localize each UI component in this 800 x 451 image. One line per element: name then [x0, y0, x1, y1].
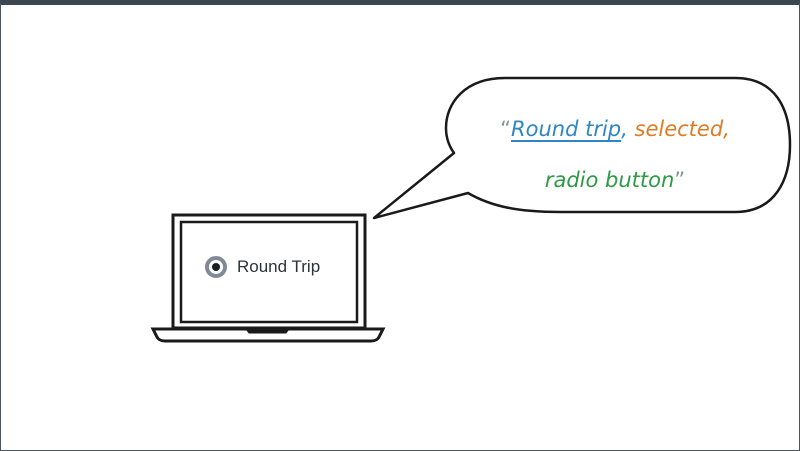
announcement-name: Round trip [511, 117, 622, 141]
announcement-role: radio button [544, 168, 675, 192]
comma: , [723, 117, 730, 141]
screen-reader-announcement: “Round trip, selected, radio button” [470, 104, 760, 206]
illustration [150, 76, 792, 343]
open-quote: “ [500, 117, 512, 141]
radio-button[interactable] [205, 256, 227, 278]
announcement-state: selected [634, 117, 724, 141]
laptop-notch [245, 328, 290, 334]
comma: , [621, 117, 628, 141]
radio-label: Round Trip [237, 257, 321, 276]
laptop-illustration [150, 213, 386, 343]
round-trip-radio-option[interactable]: Round Trip [205, 256, 320, 278]
close-quote: ” [674, 168, 686, 192]
radio-selected-indicator [212, 263, 220, 271]
